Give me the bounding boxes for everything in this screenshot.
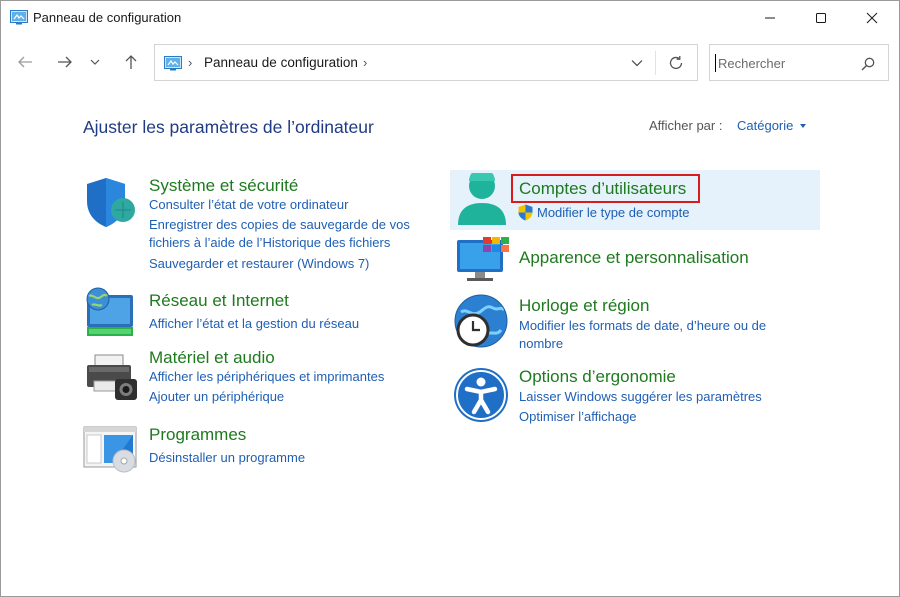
address-bar[interactable]: › Panneau de configuration › bbox=[154, 44, 698, 81]
maximize-icon bbox=[816, 13, 826, 23]
category-title-hardware-sound[interactable]: Matériel et audio bbox=[149, 348, 275, 368]
refresh-button[interactable] bbox=[665, 53, 687, 73]
up-button[interactable] bbox=[117, 48, 145, 76]
category-title-appearance-personalization[interactable]: Apparence et personnalisation bbox=[519, 248, 749, 268]
programs-icon[interactable] bbox=[83, 425, 139, 473]
link-optimize-display[interactable]: Optimiser l’affichage bbox=[519, 408, 637, 426]
uac-shield-icon bbox=[518, 204, 533, 221]
search-box[interactable] bbox=[709, 44, 889, 81]
arrow-right-icon bbox=[58, 56, 72, 68]
forward-button[interactable] bbox=[51, 48, 79, 76]
text-caret bbox=[715, 54, 716, 72]
caret-down-icon[interactable] bbox=[800, 124, 806, 128]
category-title-programs[interactable]: Programmes bbox=[149, 425, 246, 445]
link-check-computer-status[interactable]: Consulter l’état de votre ordinateur bbox=[149, 196, 348, 214]
link-uninstall-program[interactable]: Désinstaller un programme bbox=[149, 449, 305, 467]
minimize-button[interactable] bbox=[747, 1, 793, 35]
view-by-dropdown[interactable]: Catégorie bbox=[737, 118, 793, 133]
breadcrumb-separator-icon[interactable]: › bbox=[363, 55, 367, 70]
clock-globe-icon[interactable] bbox=[453, 294, 509, 350]
chevron-down-icon bbox=[90, 59, 100, 65]
search-input[interactable] bbox=[718, 53, 853, 73]
maximize-button[interactable] bbox=[798, 1, 844, 35]
appearance-monitor-icon[interactable] bbox=[455, 236, 511, 284]
link-change-date-time-formats[interactable]: Modifier les formats de date, d’heure ou… bbox=[519, 317, 766, 335]
accessibility-icon[interactable] bbox=[453, 367, 509, 423]
title-bar[interactable]: Panneau de configuration bbox=[1, 1, 899, 35]
category-title-system-security[interactable]: Système et sécurité bbox=[149, 176, 298, 196]
control-panel-window: Panneau de configuration › Panneau de co… bbox=[0, 0, 900, 597]
annotation-highlight-box bbox=[511, 174, 700, 203]
refresh-icon bbox=[669, 56, 683, 70]
chevron-down-icon bbox=[631, 60, 643, 67]
user-accounts-icon[interactable] bbox=[456, 173, 508, 229]
link-let-windows-suggest-settings[interactable]: Laisser Windows suggérer les paramètres bbox=[519, 388, 762, 406]
control-panel-icon bbox=[10, 10, 28, 25]
window-title: Panneau de configuration bbox=[33, 10, 182, 25]
minimize-icon bbox=[765, 17, 775, 19]
address-divider bbox=[655, 51, 656, 75]
link-add-device[interactable]: Ajouter un périphérique bbox=[149, 388, 284, 406]
category-title-clock-region[interactable]: Horloge et région bbox=[519, 296, 649, 316]
link-change-date-time-formats-line2[interactable]: nombre bbox=[519, 335, 563, 353]
close-icon bbox=[866, 12, 878, 24]
close-button[interactable] bbox=[849, 1, 895, 35]
printer-icon[interactable] bbox=[85, 351, 139, 403]
back-button[interactable] bbox=[11, 48, 39, 76]
page-heading: Ajuster les paramètres de l’ordinateur bbox=[83, 117, 374, 137]
category-title-ease-of-access[interactable]: Options d’ergonomie bbox=[519, 367, 676, 387]
link-change-account-type[interactable]: Modifier le type de compte bbox=[537, 204, 689, 222]
control-panel-icon bbox=[164, 56, 182, 71]
breadcrumb-control-panel[interactable]: Panneau de configuration bbox=[204, 55, 358, 70]
link-save-backup-copies-line2[interactable]: fichiers à l’aide de l’Historique des fi… bbox=[149, 234, 390, 252]
breadcrumb-separator-icon[interactable]: › bbox=[188, 55, 192, 70]
link-view-devices-printers[interactable]: Afficher les périphériques et imprimante… bbox=[149, 368, 384, 386]
view-by-label: Afficher par : bbox=[649, 118, 723, 133]
search-icon[interactable] bbox=[860, 56, 876, 72]
address-dropdown-button[interactable] bbox=[627, 54, 647, 72]
link-network-status[interactable]: Afficher l’état et la gestion du réseau bbox=[149, 315, 359, 333]
recent-locations-button[interactable] bbox=[85, 48, 105, 76]
link-save-backup-copies[interactable]: Enregistrer des copies de sauvegarde de … bbox=[149, 216, 410, 234]
shield-icon[interactable] bbox=[85, 177, 137, 229]
network-globe-icon[interactable] bbox=[83, 287, 137, 339]
arrow-up-icon bbox=[125, 55, 137, 69]
category-title-network-internet[interactable]: Réseau et Internet bbox=[149, 291, 289, 311]
link-backup-restore[interactable]: Sauvegarder et restaurer (Windows 7) bbox=[149, 255, 369, 273]
arrow-left-icon bbox=[18, 56, 32, 68]
